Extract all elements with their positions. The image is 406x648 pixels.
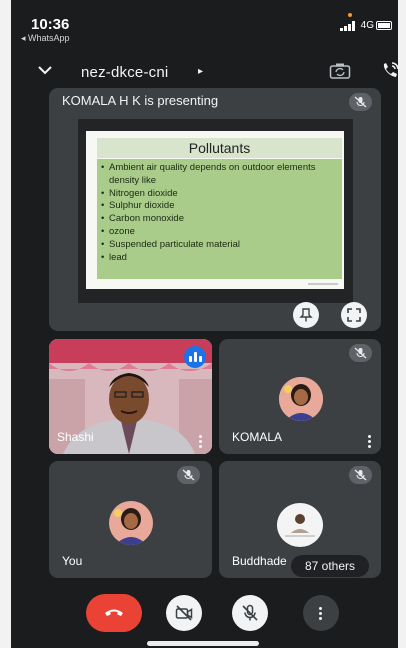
participant-name: You [62, 554, 83, 568]
mic-toggle-button[interactable] [232, 595, 268, 631]
signal-icon [340, 21, 356, 31]
meet-screen: 10:36 ◂ WhatsApp 4G nez-dkce-cni ▸ KOMAL… [0, 0, 406, 648]
video-off-icon [175, 605, 193, 621]
participant-tile-you[interactable]: You [49, 461, 212, 578]
slide-bullet: Carbon monoxide [101, 213, 338, 226]
participant-tile-buddhadev[interactable]: Buddhade 87 others [219, 461, 381, 578]
slide-bullet: ozone [101, 226, 338, 239]
participant-name: Buddhade [232, 554, 287, 568]
others-count-badge[interactable]: 87 others [291, 555, 369, 577]
pin-button[interactable] [293, 302, 319, 328]
muted-badge [349, 344, 372, 362]
camera-toggle-button[interactable] [166, 595, 202, 631]
pin-icon [299, 308, 313, 322]
participant-tile-shashi[interactable]: Shashi [49, 339, 212, 454]
slide-footer-mark [308, 283, 338, 285]
slide-bullet: Suspended particulate material [101, 239, 338, 252]
fullscreen-icon [347, 308, 361, 322]
camera-flip-icon[interactable] [329, 62, 351, 80]
participant-name: Shashi [57, 430, 94, 444]
fullscreen-button[interactable] [341, 302, 367, 328]
slide-bullet: Ambient air quality depends on outdoor e… [101, 162, 338, 188]
end-call-button[interactable] [86, 594, 142, 632]
avatar [109, 501, 153, 545]
chevron-down-icon[interactable] [37, 63, 53, 77]
mic-off-icon [354, 347, 367, 359]
battery-icon [376, 21, 392, 30]
slide-bullet: Sulphur dioxide [101, 200, 338, 213]
active-speaker-icon [184, 346, 206, 368]
meeting-header: nez-dkce-cni ▸ [11, 55, 400, 89]
presentation-tile[interactable]: KOMALA H K is presenting Pollutants Ambi… [49, 88, 381, 331]
privacy-indicator-dot [348, 13, 352, 17]
slide-bullet: Nitrogen dioxide [101, 188, 338, 201]
participant-name: KOMALA [232, 430, 283, 444]
status-time: 10:36 [31, 16, 70, 33]
muted-badge [177, 466, 200, 484]
status-bar: 10:36 ◂ WhatsApp 4G [11, 0, 398, 48]
mic-off-icon [354, 469, 367, 481]
more-options-button[interactable] [303, 595, 339, 631]
slide-bullet: lead [101, 252, 338, 265]
avatar [277, 503, 323, 547]
avatar [279, 377, 323, 421]
presenter-muted-badge [349, 93, 372, 111]
back-to-whatsapp-link[interactable]: ◂ WhatsApp [21, 33, 70, 44]
end-call-icon [105, 609, 123, 616]
meeting-code[interactable]: nez-dkce-cni [81, 64, 168, 81]
speaker-icon[interactable] [380, 61, 400, 81]
more-vert-icon[interactable] [199, 435, 202, 448]
slide-bullets: Ambient air quality depends on outdoor e… [97, 159, 342, 279]
presenter-label: KOMALA H K is presenting [62, 93, 219, 108]
home-indicator[interactable] [147, 641, 259, 646]
mic-off-icon [242, 604, 258, 621]
participant-tile-komala[interactable]: KOMALA [219, 339, 381, 454]
more-vert-icon [319, 607, 322, 620]
mic-off-icon [354, 96, 367, 108]
slide-title: Pollutants [97, 138, 342, 158]
shared-screen: Pollutants Ambient air quality depends o… [78, 119, 353, 303]
mic-off-icon [182, 469, 195, 481]
muted-badge [349, 466, 372, 484]
more-vert-icon[interactable] [368, 435, 371, 448]
slide: Pollutants Ambient air quality depends o… [86, 131, 344, 289]
meeting-info-arrow-icon[interactable]: ▸ [198, 66, 203, 77]
network-type: 4G [360, 20, 374, 31]
